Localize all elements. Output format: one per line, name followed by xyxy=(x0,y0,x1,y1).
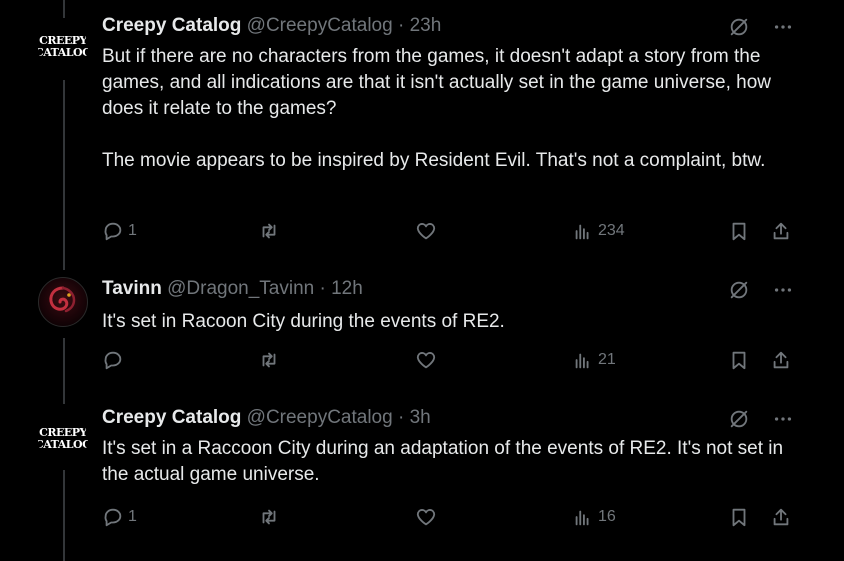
views-count: 21 xyxy=(598,351,616,368)
reply-icon xyxy=(104,222,122,241)
like-icon xyxy=(416,509,436,526)
share-icon xyxy=(773,351,789,369)
bookmark-button[interactable] xyxy=(728,220,750,242)
share-icon xyxy=(773,508,789,526)
display-name[interactable]: Creepy Catalog xyxy=(102,407,241,428)
display-name[interactable]: Tavinn xyxy=(102,278,162,299)
avatar[interactable] xyxy=(38,277,88,327)
avatar[interactable]: CREEPY CATALOG xyxy=(38,414,88,464)
reply-count: 1 xyxy=(128,222,137,239)
views-button[interactable]: 234 xyxy=(572,220,625,242)
bookmark-icon xyxy=(732,222,746,241)
views-count: 16 xyxy=(598,508,616,525)
share-icon xyxy=(773,222,789,240)
bookmark-icon xyxy=(732,508,746,527)
tweet-top-icons xyxy=(728,16,794,38)
tweet[interactable]: Tavinn @Dragon_Tavinn · 12h It's set in … xyxy=(0,277,844,387)
reply-button[interactable]: 1 xyxy=(102,220,137,242)
bookmark-button[interactable] xyxy=(728,506,750,528)
grok-icon[interactable] xyxy=(728,408,750,430)
reply-button[interactable] xyxy=(102,349,128,371)
tweet-text: It's set in Racoon City during the event… xyxy=(102,311,505,332)
timestamp[interactable]: · 3h xyxy=(398,407,431,428)
tweet-header: Creepy Catalog @CreepyCatalog · 23h xyxy=(102,14,441,38)
reply-icon xyxy=(104,508,122,527)
grok-icon[interactable] xyxy=(728,279,750,301)
like-icon xyxy=(416,352,436,369)
grok-icon[interactable] xyxy=(728,16,750,38)
timestamp[interactable]: · 23h xyxy=(398,15,441,36)
views-button[interactable]: 21 xyxy=(572,349,616,371)
views-count: 234 xyxy=(598,222,625,239)
share-button[interactable] xyxy=(770,506,792,528)
user-handle[interactable]: @CreepyCatalog xyxy=(247,15,393,36)
like-button[interactable] xyxy=(415,349,437,371)
action-bar: 21 xyxy=(102,349,802,375)
like-icon xyxy=(416,223,436,240)
avatar-logo-line: CATALOG xyxy=(38,438,88,451)
retweet-button[interactable] xyxy=(258,349,280,371)
bookmark-icon xyxy=(732,351,746,370)
tweet-text: It's set in a Raccoon City during an ada… xyxy=(102,438,789,485)
dragon-avatar-icon xyxy=(49,286,76,313)
avatar[interactable]: CREEPY CATALOG xyxy=(38,22,88,72)
action-bar: 1 16 xyxy=(102,506,802,532)
user-handle[interactable]: @Dragon_Tavinn xyxy=(167,278,314,299)
tweet-text: But if there are no characters from the … xyxy=(102,46,771,171)
retweet-button[interactable] xyxy=(258,506,280,528)
more-icon[interactable] xyxy=(772,408,794,430)
views-icon xyxy=(575,224,589,240)
share-button[interactable] xyxy=(770,220,792,242)
retweet-button[interactable] xyxy=(258,220,280,242)
action-bar: 1 234 xyxy=(102,220,802,246)
views-icon xyxy=(575,353,589,369)
views-icon xyxy=(575,510,589,526)
retweet-icon xyxy=(262,509,276,525)
views-button[interactable]: 16 xyxy=(572,506,616,528)
tweet-header: Tavinn @Dragon_Tavinn · 12h xyxy=(102,277,363,301)
more-icon[interactable] xyxy=(772,279,794,301)
tweet[interactable]: CREEPY CATALOG Creepy Catalog @CreepyCat… xyxy=(0,14,844,254)
user-handle[interactable]: @CreepyCatalog xyxy=(247,407,393,428)
tweet-top-icons xyxy=(728,279,794,301)
like-button[interactable] xyxy=(415,220,437,242)
tweet[interactable]: CREEPY CATALOG Creepy Catalog @CreepyCat… xyxy=(0,406,844,546)
reply-count: 1 xyxy=(128,508,137,525)
tweet-header: Creepy Catalog @CreepyCatalog · 3h xyxy=(102,406,431,430)
avatar-logo-line: CATALOG xyxy=(38,46,88,59)
retweet-icon xyxy=(262,223,276,239)
bookmark-button[interactable] xyxy=(728,349,750,371)
reply-icon xyxy=(104,351,122,370)
more-icon[interactable] xyxy=(772,16,794,38)
tweet-top-icons xyxy=(728,408,794,430)
share-button[interactable] xyxy=(770,349,792,371)
display-name[interactable]: Creepy Catalog xyxy=(102,15,241,36)
timestamp[interactable]: · 12h xyxy=(319,278,362,299)
reply-button[interactable]: 1 xyxy=(102,506,137,528)
like-button[interactable] xyxy=(415,506,437,528)
retweet-icon xyxy=(262,352,276,368)
